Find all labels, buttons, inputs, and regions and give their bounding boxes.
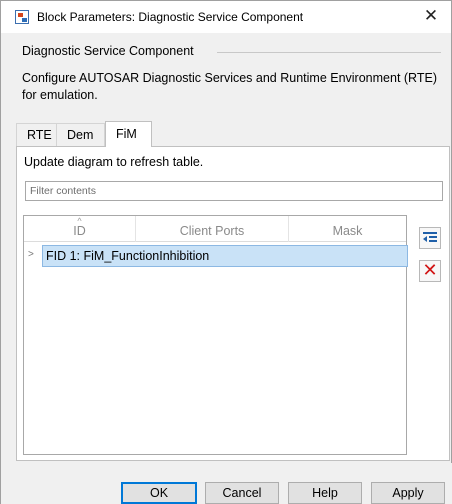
column-header-label: Client Ports	[179, 224, 245, 238]
column-header-id[interactable]: ^ ID	[24, 216, 136, 242]
column-header-label: ID	[73, 224, 86, 238]
sort-ascending-icon: ^	[77, 216, 82, 226]
expand-chevron-icon[interactable]: >	[28, 249, 38, 261]
close-icon[interactable]: ✕	[419, 5, 443, 29]
fid-table: ^ ID Client Ports Mask > FID 1: FiM_Func…	[23, 215, 408, 455]
column-header-mask[interactable]: Mask	[289, 216, 406, 242]
add-row-icon	[423, 232, 437, 242]
ok-button[interactable]: OK	[121, 482, 197, 504]
column-header-client-ports[interactable]: Client Ports	[136, 216, 289, 242]
table-row[interactable]: FID 1: FiM_FunctionInhibition	[42, 245, 408, 267]
fim-tab-panel: Update diagram to refresh table. Filter …	[16, 146, 450, 461]
help-button[interactable]: Help	[288, 482, 362, 504]
column-header-label: Mask	[332, 224, 363, 238]
group-divider	[217, 52, 441, 53]
tab-bar: RTE Dem FiM	[16, 121, 152, 147]
tab-dem[interactable]: Dem	[57, 123, 105, 147]
delete-icon: ✕	[422, 260, 438, 281]
filter-input[interactable]: Filter contents	[25, 181, 443, 201]
update-hint: Update diagram to refresh table.	[24, 155, 204, 169]
cancel-button[interactable]: Cancel	[205, 482, 279, 504]
block-icon-part	[22, 18, 27, 22]
simulink-block-icon	[15, 10, 29, 24]
add-row-button[interactable]	[419, 227, 441, 249]
apply-button[interactable]: Apply	[371, 482, 445, 504]
table-header: ^ ID Client Ports Mask	[24, 216, 406, 242]
block-icon-part	[18, 13, 23, 17]
title-bar: Block Parameters: Diagnostic Service Com…	[1, 1, 451, 33]
group-title: Diagnostic Service Component	[22, 44, 194, 58]
block-description: Configure AUTOSAR Diagnostic Services an…	[22, 71, 437, 102]
dialog-footer: OK Cancel Help Apply	[1, 463, 452, 504]
window-title: Block Parameters: Diagnostic Service Com…	[37, 10, 304, 24]
tab-rte[interactable]: RTE	[16, 123, 57, 147]
delete-row-button[interactable]: ✕	[419, 260, 441, 282]
tab-fim[interactable]: FiM	[105, 121, 152, 147]
block-parameters-dialog: Block Parameters: Diagnostic Service Com…	[0, 0, 452, 504]
